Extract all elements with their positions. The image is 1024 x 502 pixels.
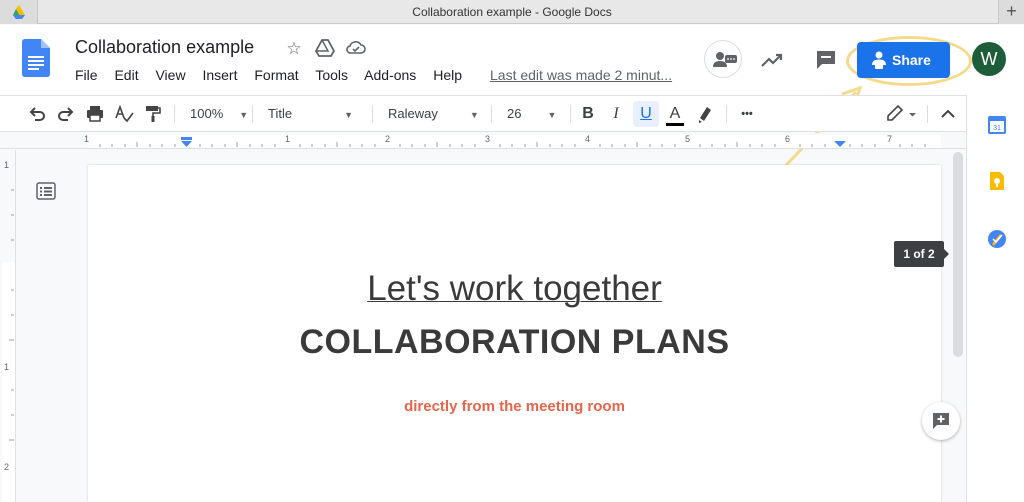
toolbar-divider: [372, 105, 373, 123]
zoom-select[interactable]: 100% ▼: [190, 96, 248, 132]
toolbar-divider: [726, 105, 727, 123]
underline-button[interactable]: U: [633, 101, 659, 127]
window-title: Collaboration example - Google Docs: [412, 5, 612, 19]
collapse-toolbar-icon[interactable]: [937, 96, 959, 132]
formatting-toolbar: 100% ▼ Title ▼ Raleway ▼ 26 ▼ B I U A •••: [0, 95, 966, 132]
ruler-ticks: [88, 135, 941, 148]
font-size-select[interactable]: 26 ▼: [507, 96, 556, 132]
new-tab-button[interactable]: +: [998, 0, 1024, 24]
add-comment-icon: [933, 413, 949, 429]
comment-history-icon[interactable]: [814, 48, 838, 72]
docs-logo-icon[interactable]: [22, 39, 50, 77]
chevron-down-icon: ▼: [239, 110, 249, 120]
cloud-saved-icon[interactable]: [346, 39, 366, 59]
window-title-bar: Collaboration example - Google Docs +: [0, 0, 1024, 24]
ruler-mark: 1: [84, 134, 90, 144]
move-to-drive-icon[interactable]: [314, 39, 336, 59]
menu-format[interactable]: Format: [254, 67, 298, 83]
ruler-mark: 2: [4, 462, 10, 472]
ruler-mark: 7: [887, 134, 893, 144]
share-person-icon: [872, 51, 886, 69]
ruler-mark: 5: [685, 134, 691, 144]
print-icon[interactable]: [84, 96, 106, 132]
document-title[interactable]: Collaboration example: [75, 37, 254, 58]
bold-button[interactable]: B: [578, 96, 598, 132]
font-value: Raleway: [388, 106, 438, 121]
share-label: Share: [892, 52, 931, 68]
present-to-meeting-button[interactable]: [704, 40, 742, 78]
toolbar-divider: [927, 105, 928, 123]
spell-check-icon[interactable]: [113, 96, 135, 132]
menu-add-ons[interactable]: Add-ons: [364, 67, 416, 83]
side-panel: 31: [966, 95, 1024, 502]
paragraph-style-select[interactable]: Title ▼: [268, 96, 353, 132]
text-color-button[interactable]: A: [664, 96, 686, 132]
star-icon[interactable]: ☆: [284, 39, 304, 59]
ruler-mark: 4: [585, 134, 591, 144]
activity-trend-icon[interactable]: [760, 48, 784, 72]
toolbar-divider: [491, 105, 492, 123]
editing-mode-button[interactable]: [884, 96, 920, 132]
vertical-scrollbar[interactable]: [953, 152, 963, 357]
zoom-value: 100%: [190, 106, 224, 121]
tasks-icon[interactable]: [987, 229, 1007, 249]
undo-icon[interactable]: [26, 96, 48, 132]
svg-text:31: 31: [993, 125, 1001, 132]
menu-insert[interactable]: Insert: [202, 67, 237, 83]
menu-view[interactable]: View: [155, 67, 185, 83]
menu-tools[interactable]: Tools: [315, 67, 348, 83]
menu-help[interactable]: Help: [433, 67, 462, 83]
highlight-color-icon[interactable]: [694, 96, 716, 132]
chevron-down-icon: ▼: [547, 110, 557, 120]
ruler-mark: 1: [4, 160, 10, 170]
calendar-icon[interactable]: 31: [987, 115, 1007, 135]
ruler-mark: 3: [485, 134, 491, 144]
vertical-ruler-ticks: [2, 189, 15, 502]
keep-notes-icon[interactable]: [987, 171, 1007, 191]
menu-file[interactable]: File: [75, 67, 98, 83]
style-value: Title: [268, 106, 293, 121]
last-edit-link[interactable]: Last edit was made 2 minut...: [490, 67, 672, 83]
text-color-swatch: [666, 123, 684, 126]
subtitle-line[interactable]: directly from the meeting room: [88, 398, 941, 415]
vertical-ruler: 1 1 2: [0, 150, 16, 502]
redo-icon[interactable]: [55, 96, 77, 132]
ruler-mark: 1: [4, 362, 10, 372]
italic-button[interactable]: I: [606, 96, 626, 132]
ruler-mark: 2: [385, 134, 391, 144]
document-outline-icon[interactable]: [36, 181, 56, 201]
user-avatar[interactable]: W: [972, 42, 1006, 76]
ruler-mark: 1: [285, 134, 291, 144]
menu-bar: File Edit View Insert Format Tools Add-o…: [75, 67, 475, 83]
paint-format-icon[interactable]: [142, 96, 164, 132]
document-page[interactable]: Let's work together COLLABORATION PLANS …: [88, 165, 941, 502]
add-comment-button[interactable]: [922, 402, 960, 440]
heading-title[interactable]: COLLABORATION PLANS: [88, 323, 941, 362]
ruler-mark: 6: [785, 134, 791, 144]
toolbar-divider: [570, 105, 571, 123]
size-value: 26: [507, 106, 522, 121]
horizontal-ruler: 1 1 2 3 4 5 6 7: [0, 133, 966, 149]
chevron-down-icon: ▼: [469, 110, 479, 120]
page-indicator: 1 of 2: [894, 241, 949, 267]
heading-line-1[interactable]: Let's work together: [88, 269, 941, 309]
share-button[interactable]: Share: [857, 42, 950, 78]
toolbar-divider: [174, 105, 175, 123]
chevron-down-icon: ▼: [344, 110, 353, 120]
toolbar-divider: [252, 105, 253, 123]
menu-edit[interactable]: Edit: [114, 67, 138, 83]
more-options-icon[interactable]: •••: [736, 96, 758, 132]
font-select[interactable]: Raleway ▼: [388, 96, 479, 132]
